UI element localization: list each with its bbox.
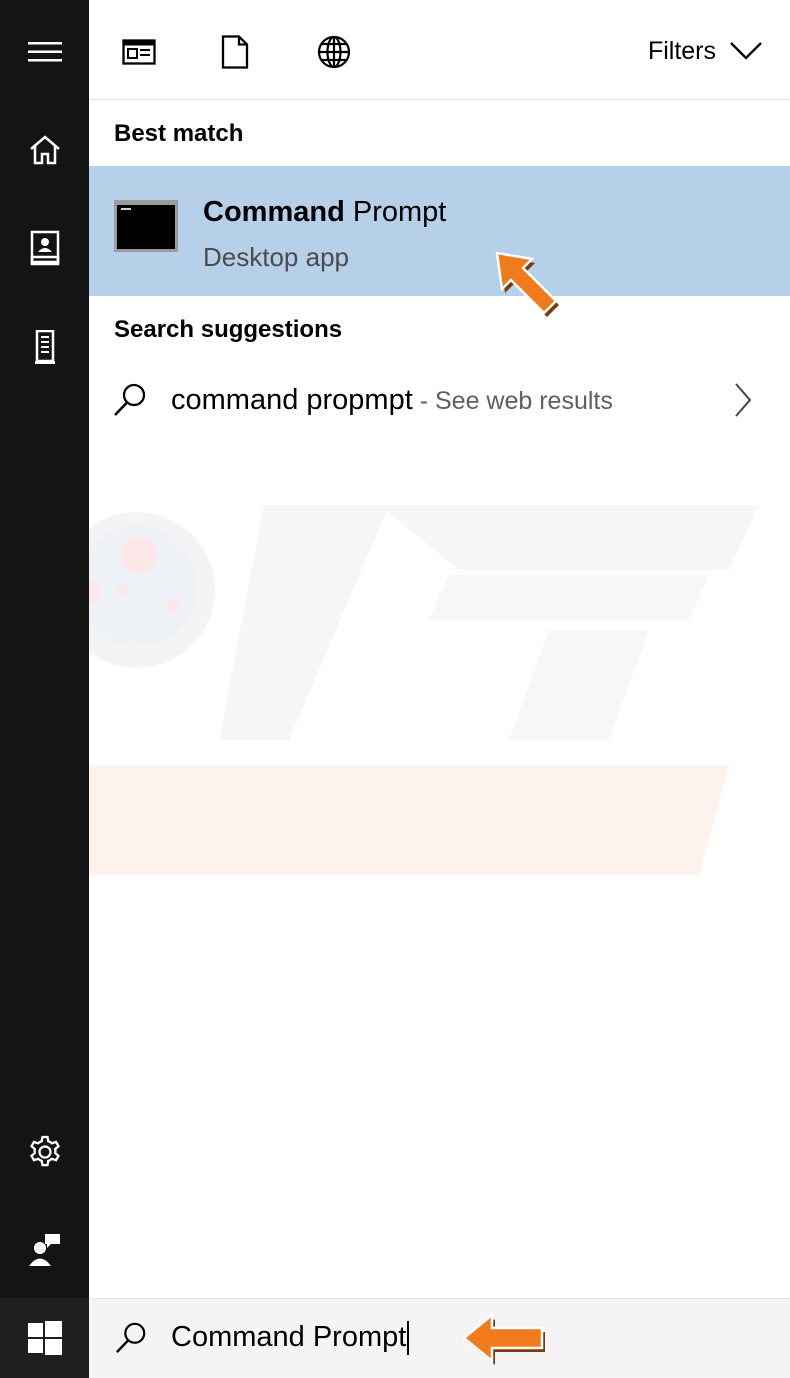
suggestion-hint: See web results [435, 387, 613, 415]
search-suggestions-heading: Search suggestions [114, 316, 343, 343]
tower-device-icon [34, 330, 55, 364]
hamburger-menu-icon [27, 42, 62, 62]
text-caret [407, 1321, 410, 1356]
web-suggestion-item[interactable]: command propmpt - See web results [89, 362, 790, 442]
chevron-right-icon[interactable] [734, 382, 752, 418]
apps-scope-icon [122, 39, 156, 65]
suggestion-text: command propmpt - See web results [171, 384, 613, 417]
feedback-person-icon [28, 1234, 60, 1266]
search-results-panel: Filters Best match Command Prompt Deskto… [89, 0, 790, 1298]
apps-scope-button[interactable] [115, 28, 163, 76]
notebook-button[interactable] [0, 213, 89, 283]
search-icon [115, 1322, 146, 1354]
gear-icon [29, 1135, 60, 1167]
feedback-button[interactable] [0, 1215, 89, 1285]
device-button[interactable] [0, 312, 89, 382]
menu-button[interactable] [0, 17, 89, 87]
chevron-down-icon [730, 42, 762, 60]
windows-logo-icon [27, 1321, 62, 1355]
watermark [89, 505, 759, 875]
best-match-result[interactable]: Command Prompt Desktop app [89, 166, 790, 296]
start-button[interactable] [0, 1298, 89, 1378]
notebook-icon [30, 230, 59, 266]
settings-button[interactable] [0, 1117, 89, 1187]
globe-icon [317, 35, 351, 69]
search-input[interactable]: Command Prompt [171, 1321, 410, 1356]
left-rail [0, 0, 89, 1378]
search-topbar: Filters [89, 0, 790, 100]
web-scope-button[interactable] [310, 28, 358, 76]
filters-dropdown[interactable]: Filters [648, 26, 762, 76]
home-button[interactable] [0, 115, 89, 185]
suggestion-query: command propmpt [171, 384, 413, 416]
home-icon [29, 135, 60, 165]
suggestion-separator: - [412, 387, 435, 415]
filters-label: Filters [647, 36, 716, 65]
command-prompt-icon [114, 200, 178, 252]
result-title: Command Prompt [203, 196, 447, 228]
search-icon [114, 383, 146, 416]
documents-scope-button[interactable] [211, 28, 259, 76]
search-box[interactable]: Command Prompt [89, 1298, 790, 1378]
best-match-heading: Best match [114, 120, 244, 147]
document-icon [221, 35, 249, 69]
result-subtitle: Desktop app [203, 242, 349, 272]
